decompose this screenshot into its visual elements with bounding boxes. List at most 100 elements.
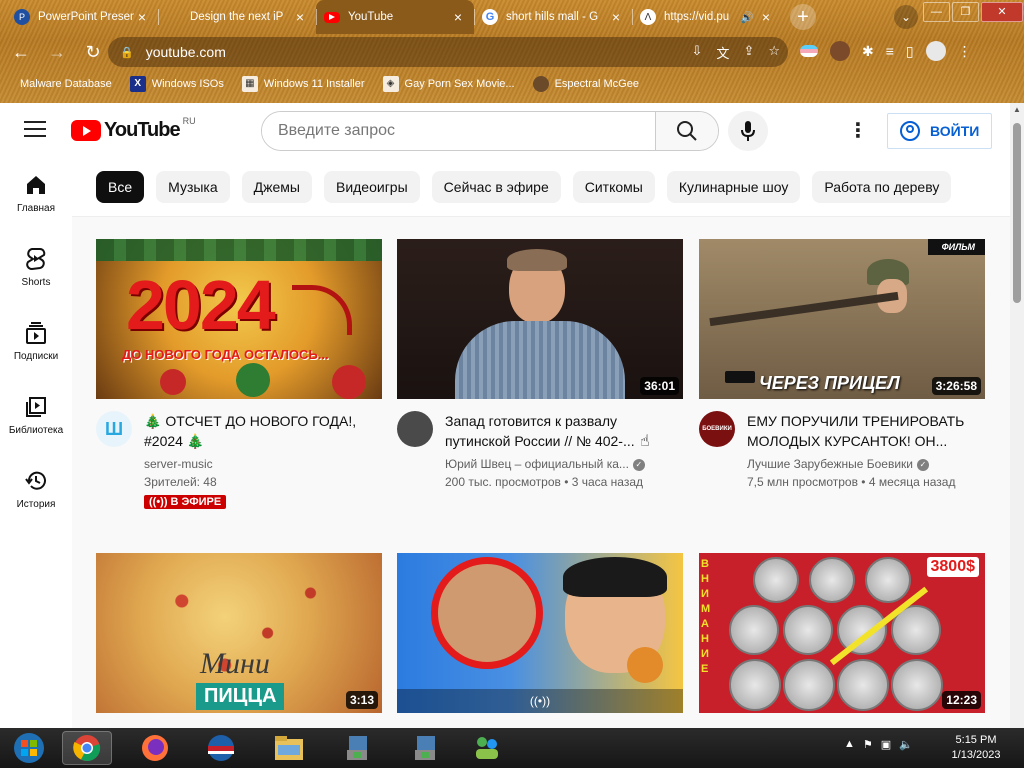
video-card[interactable]: 3800$ ВНИМАНИЕ 12:23	[699, 553, 985, 713]
close-icon[interactable]: ×	[292, 9, 308, 25]
network-icon[interactable]: ▣	[881, 738, 891, 751]
hamburger-menu-icon[interactable]	[24, 121, 46, 139]
rail-item-history[interactable]: История	[0, 455, 72, 525]
bookmark-windows-11-installer[interactable]: ▦ Windows 11 Installer	[241, 76, 365, 92]
profile-extension-icon[interactable]	[830, 41, 850, 61]
close-icon[interactable]: ×	[608, 9, 624, 25]
bookmark-star-icon[interactable]: ☆	[768, 43, 780, 62]
playlist-icon[interactable]: ≡	[886, 43, 894, 59]
chip-live[interactable]: Сейчас в эфире	[431, 171, 561, 203]
flag-extension-icon[interactable]	[800, 45, 818, 57]
close-icon[interactable]: ×	[758, 9, 774, 25]
chip-jams[interactable]: Джемы	[241, 171, 312, 203]
rail-item-shorts[interactable]: Shorts	[0, 233, 72, 303]
channel-name[interactable]: Лучшие Зарубежные Боевики ✓	[747, 457, 975, 471]
channel-avatar[interactable]: БОЕВИКИ	[699, 411, 735, 447]
video-card[interactable]: ((•))	[397, 553, 683, 713]
coin-icon	[753, 557, 799, 603]
taskbar-installer-2[interactable]	[400, 731, 450, 765]
tab-label: PowerPoint Presen	[38, 11, 134, 23]
new-tab-button[interactable]: +	[790, 4, 816, 30]
chip-woodworking[interactable]: Работа по дереву	[812, 171, 952, 203]
bookmark-windows-isos[interactable]: X Windows ISOs	[129, 76, 224, 92]
video-card[interactable]: Мини ПИЦЦА 3:13	[96, 553, 382, 713]
sign-in-button[interactable]: ВОЙТИ	[887, 113, 992, 149]
extensions-area: ✱ ≡ ▯ ⋮	[800, 41, 972, 61]
forward-arrow-icon[interactable]: →	[42, 37, 72, 67]
account-avatar-icon[interactable]	[925, 41, 946, 61]
coin-icon	[729, 659, 781, 711]
video-card[interactable]: 36:01 Запад готовится к развалу путинско…	[397, 239, 683, 519]
taskbar-firefox[interactable]	[130, 731, 180, 765]
tab-design-ip[interactable]: Design the next iP ×	[158, 0, 316, 34]
close-icon[interactable]: ×	[134, 9, 150, 25]
share-icon[interactable]: ⇪	[743, 43, 754, 62]
search-box[interactable]	[261, 111, 719, 151]
sidepanel-icon[interactable]: ▯	[906, 43, 914, 60]
taskbar-globe-app[interactable]	[196, 731, 246, 765]
video-thumbnail[interactable]: 36:01	[397, 239, 683, 399]
windows-taskbar: ▲ ⚑ ▣ 🔈 5:15 PM 1/13/2023	[0, 728, 1024, 768]
tab-vid[interactable]: Λ https://vid.pu 🔊 ×	[632, 0, 782, 34]
video-title[interactable]: Запад готовится к развалу путинской Росс…	[445, 411, 673, 451]
search-input[interactable]	[262, 112, 655, 150]
reload-icon[interactable]: ↻	[78, 37, 108, 67]
bookmark-movie-site[interactable]: ◈ Gay Porn Sex Movie...	[382, 76, 515, 92]
channel-avatar[interactable]	[397, 411, 433, 447]
taskbar-clock[interactable]: 5:15 PM 1/13/2023	[946, 733, 1006, 763]
volume-icon[interactable]: 🔈	[899, 738, 913, 751]
video-thumbnail[interactable]: ((•))	[397, 553, 683, 713]
video-thumbnail[interactable]: ФИЛЬМ ЧЕРЕЗ ПРИЦЕЛ 3:26:58	[699, 239, 985, 399]
chip-music[interactable]: Музыка	[156, 171, 230, 203]
back-arrow-icon[interactable]: ←	[6, 37, 36, 67]
start-button[interactable]	[4, 731, 54, 765]
settings-kebab-icon[interactable]: ⋮	[848, 121, 868, 141]
video-card[interactable]: 2024 ДО НОВОГО ГОДА ОСТАЛОСЬ... Ш 🎄 ОТСЧ…	[96, 239, 382, 519]
chip-cooking[interactable]: Кулинарные шоу	[666, 171, 801, 203]
video-card[interactable]: ФИЛЬМ ЧЕРЕЗ ПРИЦЕЛ 3:26:58 БОЕВИКИ ЕМУ П…	[699, 239, 985, 519]
video-duration: 12:23	[942, 691, 981, 709]
rail-item-home[interactable]: Главная	[0, 159, 72, 229]
tab-youtube[interactable]: YouTube ×	[316, 0, 474, 34]
voice-search-button[interactable]	[728, 111, 768, 151]
taskbar-installer-1[interactable]	[332, 731, 382, 765]
chip-all[interactable]: Все	[96, 171, 145, 203]
translate-icon[interactable]: 文	[716, 43, 729, 62]
lock-icon[interactable]: 🔒	[120, 46, 134, 59]
scrollbar-thumb[interactable]	[1013, 123, 1021, 303]
close-icon[interactable]: ×	[450, 9, 466, 25]
rail-item-subscriptions[interactable]: Подписки	[0, 307, 72, 377]
bookmark-espectral-mcgee[interactable]: Espectral McGee	[532, 76, 639, 92]
bookmark-malware-database[interactable]: Malware Database	[20, 78, 112, 90]
puzzle-icon[interactable]: ✱	[862, 43, 874, 60]
speaker-icon[interactable]: 🔊	[740, 11, 754, 24]
taskbar-network-app[interactable]	[462, 731, 512, 765]
video-thumbnail[interactable]: 2024 ДО НОВОГО ГОДА ОСТАЛОСЬ...	[96, 239, 382, 399]
chip-sitcoms[interactable]: Ситкомы	[572, 171, 655, 203]
taskbar-file-explorer[interactable]	[264, 731, 314, 765]
tray-overflow-icon[interactable]: ▲	[844, 738, 855, 751]
bookmark-label: Malware Database	[20, 78, 112, 90]
install-icon[interactable]: ⇩	[692, 43, 703, 62]
taskbar-chrome[interactable]	[62, 731, 112, 765]
tab-google-search[interactable]: G short hills mall - G ×	[474, 0, 632, 34]
channel-avatar[interactable]: Ш	[96, 411, 132, 447]
tab-powerpoint[interactable]: P PowerPoint Presen ×	[0, 0, 158, 34]
video-thumbnail[interactable]: 3800$ ВНИМАНИЕ 12:23	[699, 553, 985, 713]
flag-icon[interactable]: ⚑	[863, 738, 873, 751]
scroll-up-arrow-icon[interactable]: ▲	[1010, 103, 1024, 117]
menu-kebab-icon[interactable]: ⋮	[958, 43, 972, 60]
address-bar[interactable]: 🔒 youtube.com ⇩ 文 ⇪ ☆	[108, 37, 788, 67]
video-title[interactable]: 🎄 ОТСЧЕТ ДО НОВОГО ГОДА!, #2024 🎄	[144, 411, 372, 451]
search-button[interactable]	[655, 112, 718, 150]
url-text[interactable]: youtube.com	[146, 44, 226, 60]
video-title[interactable]: ЕМУ ПОРУЧИЛИ ТРЕНИРОВАТЬ МОЛОДЫХ КУРСАНТ…	[747, 411, 975, 451]
channel-name[interactable]: Юрий Швец – официальный ка... ✓	[445, 457, 673, 471]
channel-name[interactable]: server-music	[144, 457, 372, 471]
page-scrollbar[interactable]: ▲	[1010, 103, 1024, 728]
chip-video-games[interactable]: Видеоигры	[323, 171, 420, 203]
video-thumbnail[interactable]: Мини ПИЦЦА 3:13	[96, 553, 382, 713]
rail-item-library[interactable]: Библиотека	[0, 381, 72, 451]
youtube-logo[interactable]: YouTube RU	[71, 116, 196, 142]
video-stats: 7,5 млн просмотров • 4 месяца назад	[747, 475, 956, 489]
